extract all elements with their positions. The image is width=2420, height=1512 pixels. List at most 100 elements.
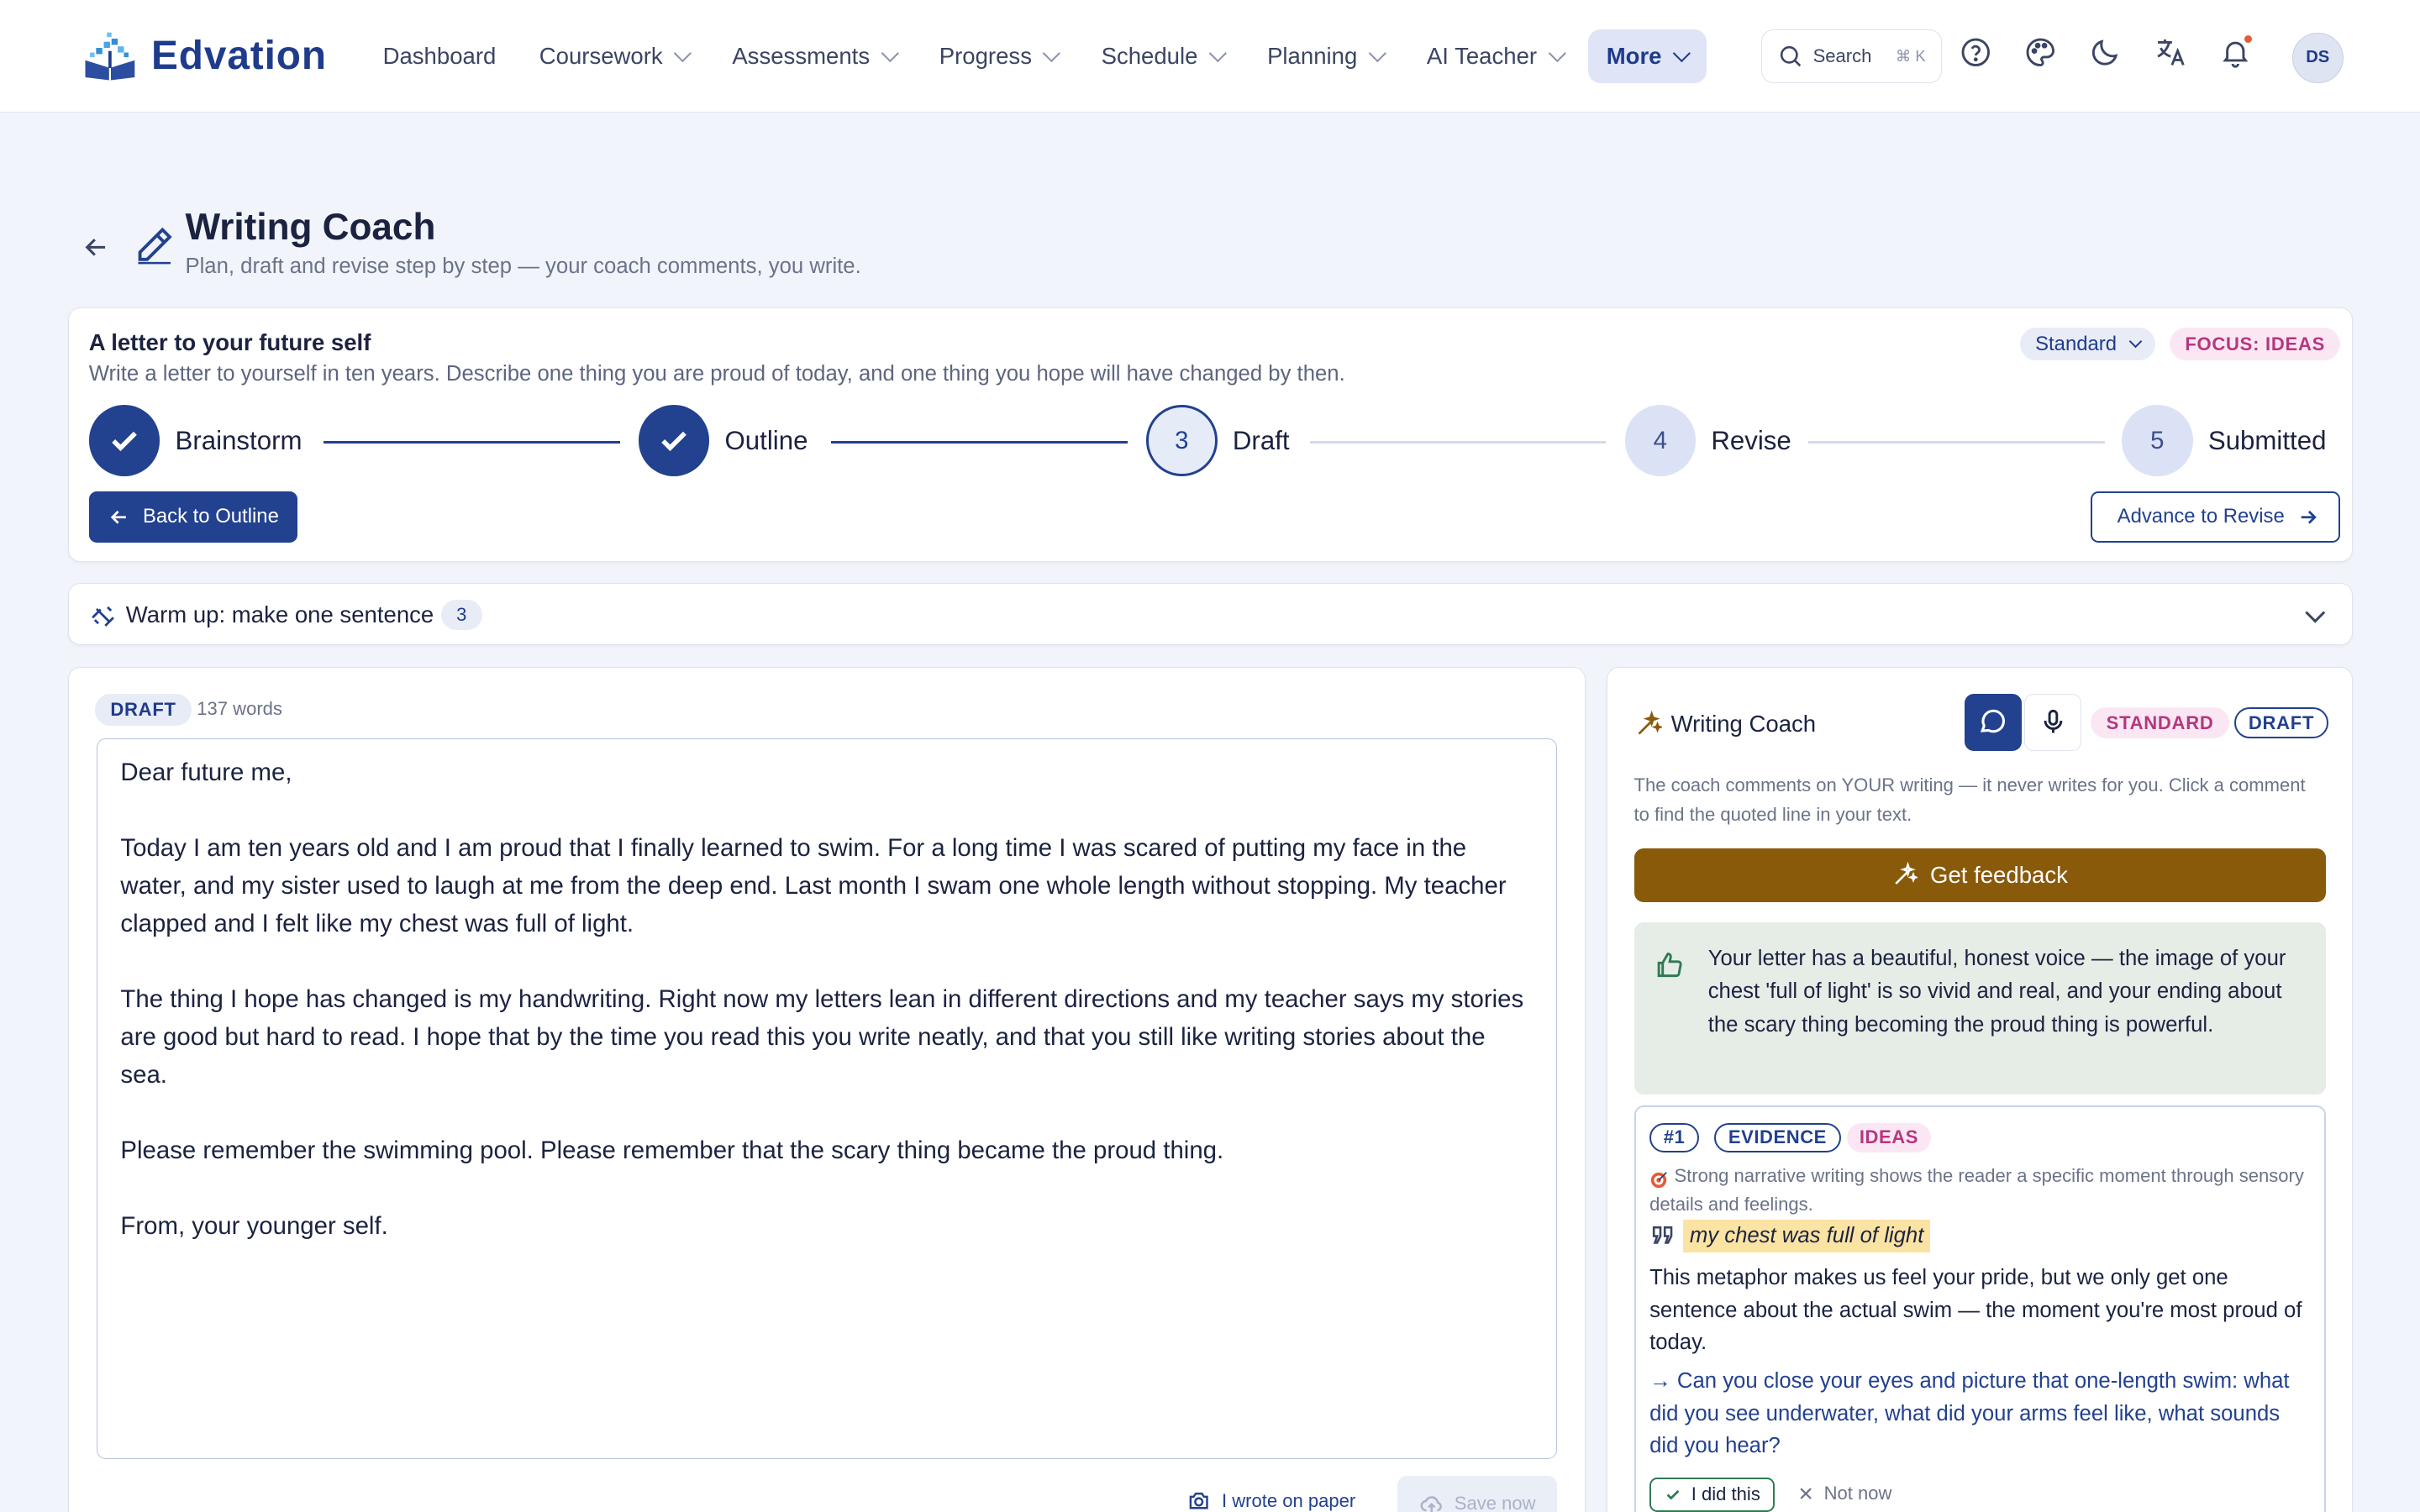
step-label: Revise [1711,425,1791,455]
comment-number: #1 [1649,1122,1700,1152]
dark-mode-button[interactable] [2087,34,2124,71]
help-button[interactable] [1957,34,1994,71]
nav-label: Progress [939,43,1032,70]
step-outline[interactable]: Outline [638,405,808,476]
editor-panel: DRAFT 137 words Dear future me, Today I … [67,666,1586,1512]
brand-name: Edvation [151,33,327,78]
warmup-accordion[interactable]: Warm up: make one sentence 3 [67,583,2353,645]
step-number: 4 [1624,405,1696,476]
chat-bubble-icon [1981,710,2006,733]
button-label: Not now [1823,1482,1892,1504]
search-shortcut: ⌘ K [1895,47,1926,66]
check-icon [88,405,160,476]
nav-dashboard[interactable]: Dashboard [365,29,515,83]
nav-coursework[interactable]: Coursework [521,29,708,83]
advance-to-revise-button[interactable]: Advance to Revise [2091,491,2341,543]
nav-label: Dashboard [382,43,497,70]
chat-mode-button[interactable] [1964,693,2022,751]
get-feedback-button[interactable]: Get feedback [1634,848,2326,902]
chevron-down-icon [881,44,899,62]
praise-text: Your letter has a beautiful, honest voic… [1707,946,2286,1037]
brand-logo[interactable]: Edvation [81,29,327,81]
not-now-button[interactable]: Not now [1797,1483,1891,1504]
voice-mode-button[interactable] [2024,693,2082,751]
task-card: A letter to your future self Write a let… [67,307,2353,562]
draft-paragraph: Today I am ten years old and I am proud … [120,833,1507,937]
user-avatar[interactable]: DS [2291,32,2344,84]
nav-ai-teacher[interactable]: AI Teacher [1408,29,1581,83]
pen-icon [133,223,176,273]
step-revise[interactable]: 4 Revise [1624,405,1791,476]
step-label: Submitted [2207,425,2327,455]
nav-schedule[interactable]: Schedule [1083,29,1243,83]
search-icon [1781,46,1802,67]
notifications-button[interactable] [2217,34,2254,71]
button-label: I wrote on paper [1222,1489,1356,1511]
i-did-this-button[interactable]: I did this [1649,1478,1775,1512]
quote-icon [1649,1223,1676,1256]
stage-tag: DRAFT [95,693,192,727]
sparkles-icon [1895,862,1918,885]
step-draft[interactable]: 3 Draft [1146,405,1290,476]
quoted-text[interactable]: my chest was full of light [1683,1220,1930,1252]
check-icon [1666,1490,1680,1500]
level-label: Standard [2035,332,2118,355]
draft-paragraph: Please remember the swimming pool. Pleas… [120,1136,1224,1164]
language-button[interactable] [2152,34,2189,71]
coach-level-tag: STANDARD [2091,707,2229,739]
button-label: Advance to Revise [2117,505,2285,528]
theme-palette-button[interactable] [2022,34,2059,71]
nav-more[interactable]: More [1587,29,1707,84]
level-dropdown[interactable]: Standard [2019,328,2155,360]
task-description: Write a letter to yourself in ten years.… [88,361,1345,386]
nav-assessments[interactable]: Assessments [713,29,914,83]
translate-icon [2156,39,2185,66]
palette-icon [2026,38,2055,67]
chevron-down-icon [2305,602,2326,623]
draft-textarea[interactable]: Dear future me, Today I am ten years old… [96,738,1557,1459]
button-label: I did this [1691,1483,1760,1505]
chevron-down-icon [1043,44,1061,62]
draft-paragraph: From, your younger self. [120,1211,388,1240]
feedback-comment-card[interactable]: #1 EVIDENCE IDEAS Strong narrative writi… [1634,1105,2326,1512]
step-label: Outline [724,425,808,455]
step-connector [1309,440,1607,444]
button-label: Back to Outline [142,505,279,528]
wrote-on-paper-button[interactable]: I wrote on paper [1186,1488,1355,1512]
step-label: Brainstorm [175,425,302,455]
nav-label: Schedule [1101,43,1198,70]
nav-planning[interactable]: Planning [1249,29,1402,83]
nav-label: AI Teacher [1426,43,1538,70]
step-label: Draft [1232,425,1290,455]
chevron-down-icon [2128,334,2142,348]
nav-label: Coursework [539,43,663,70]
comment-criterion: Strong narrative writing shows the reade… [1649,1164,2304,1215]
coach-panel: Writing Coach STANDARD DRAFT The coach c… [1607,666,2353,1512]
check-icon [638,405,710,476]
book-tree-logo-icon [85,32,134,81]
arrow-left-icon [110,510,126,524]
nav-progress[interactable]: Progress [921,29,1077,83]
header-actions [1957,34,2254,71]
nav-label: Assessments [732,43,871,70]
button-label: Save now [1454,1493,1536,1512]
back-button[interactable] [81,232,112,270]
back-to-outline-button[interactable]: Back to Outline [88,491,297,543]
help-icon [1961,38,1991,67]
comment-question: → Can you close your eyes and picture th… [1649,1369,2290,1458]
save-now-button[interactable]: Save now [1397,1476,1557,1512]
close-icon [1800,1487,1812,1499]
top-navbar: Edvation Dashboard Coursework Assessment… [0,0,2420,113]
comment-type-tag: EVIDENCE [1714,1122,1841,1152]
draft-paragraph: Dear future me, [120,758,292,786]
search-button[interactable]: Search ⌘ K [1761,29,1942,84]
microphone-icon [2044,710,2063,733]
chevron-down-icon [1548,44,1566,62]
warmup-label: Warm up: make one sentence [125,601,434,627]
arrow-right-icon [2302,510,2317,524]
step-number: 3 [1146,405,1218,476]
step-submitted[interactable]: 5 Submitted [2122,405,2326,476]
step-brainstorm[interactable]: Brainstorm [88,405,302,476]
camera-icon [1189,1492,1208,1509]
comment-trait-tag: IDEAS [1847,1122,1931,1152]
